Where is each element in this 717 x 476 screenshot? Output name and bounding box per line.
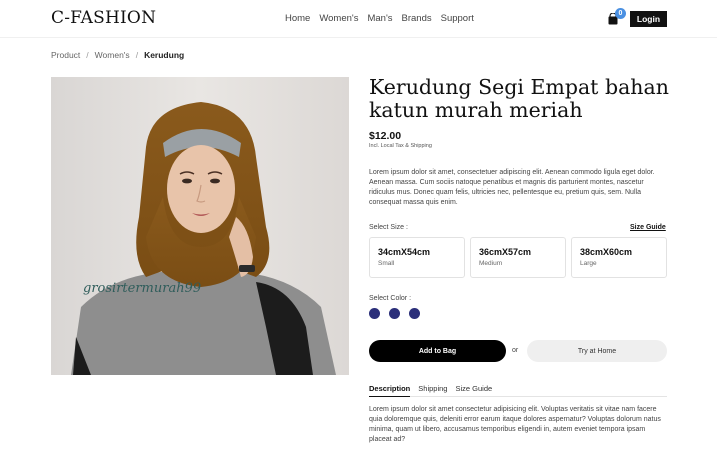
size-label: Select Size : bbox=[369, 224, 408, 231]
size-option-large[interactable]: 38cmX60cm Large bbox=[571, 237, 667, 278]
site-logo[interactable]: C-FASHION bbox=[51, 8, 156, 28]
top-header: C-FASHION Home Women's Man's Brands Supp… bbox=[0, 0, 717, 38]
size-option-name: 36cmX57cm bbox=[479, 247, 532, 257]
product-price: $12.00 bbox=[369, 130, 402, 142]
size-option-name: 34cmX54cm bbox=[378, 247, 431, 257]
tab-description[interactable]: Description bbox=[369, 384, 411, 397]
or-separator: or bbox=[512, 347, 519, 354]
main-nav: Home Women's Man's Brands Support bbox=[285, 13, 474, 24]
nav-brands[interactable]: Brands bbox=[402, 13, 432, 24]
product-title: Kerudung Segi Empat bahan katun murah me… bbox=[369, 75, 669, 122]
breadcrumb-womens[interactable]: Women's bbox=[95, 50, 130, 60]
breadcrumb-separator: / bbox=[135, 50, 139, 60]
color-swatch[interactable] bbox=[409, 308, 420, 319]
tax-note: Incl. Local Tax & Shipping bbox=[369, 143, 432, 149]
product-description: Lorem ipsum dolor sit amet, consectetuer… bbox=[369, 169, 655, 206]
color-swatch[interactable] bbox=[369, 308, 380, 319]
tab-content: Lorem ipsum dolor sit amet consectetur a… bbox=[369, 406, 661, 443]
bag-count-badge: 0 bbox=[615, 8, 626, 19]
breadcrumb: Product / Women's / Kerudung bbox=[51, 50, 184, 60]
size-guide-link[interactable]: Size Guide bbox=[630, 224, 666, 231]
nav-home[interactable]: Home bbox=[285, 13, 310, 24]
try-at-home-button[interactable]: Try at Home bbox=[527, 340, 667, 362]
breadcrumb-current: Kerudung bbox=[144, 50, 185, 60]
info-tabs: Description Shipping Size Guide bbox=[369, 384, 667, 397]
nav-support[interactable]: Support bbox=[441, 13, 474, 24]
size-option-medium[interactable]: 36cmX57cm Medium bbox=[470, 237, 566, 278]
image-watermark: grosirtermurah99 bbox=[83, 281, 201, 296]
color-label: Select Color : bbox=[369, 295, 412, 302]
add-to-bag-button[interactable]: Add to Bag bbox=[369, 340, 506, 362]
size-option-sub: Medium bbox=[479, 260, 503, 267]
size-option-sub: Large bbox=[580, 260, 597, 267]
breadcrumb-product[interactable]: Product bbox=[51, 50, 80, 60]
tab-shipping[interactable]: Shipping bbox=[418, 384, 447, 397]
color-swatch[interactable] bbox=[389, 308, 400, 319]
login-button[interactable]: Login bbox=[630, 11, 667, 27]
breadcrumb-separator: / bbox=[86, 50, 89, 60]
tab-size-guide[interactable]: Size Guide bbox=[455, 384, 492, 397]
size-option-small[interactable]: 34cmX54cm Small bbox=[369, 237, 465, 278]
nav-womens[interactable]: Women's bbox=[319, 13, 358, 24]
nav-mans[interactable]: Man's bbox=[367, 13, 392, 24]
size-option-name: 38cmX60cm bbox=[580, 247, 633, 257]
size-option-sub: Small bbox=[378, 260, 395, 267]
product-image: grosirtermurah99 bbox=[51, 77, 349, 375]
